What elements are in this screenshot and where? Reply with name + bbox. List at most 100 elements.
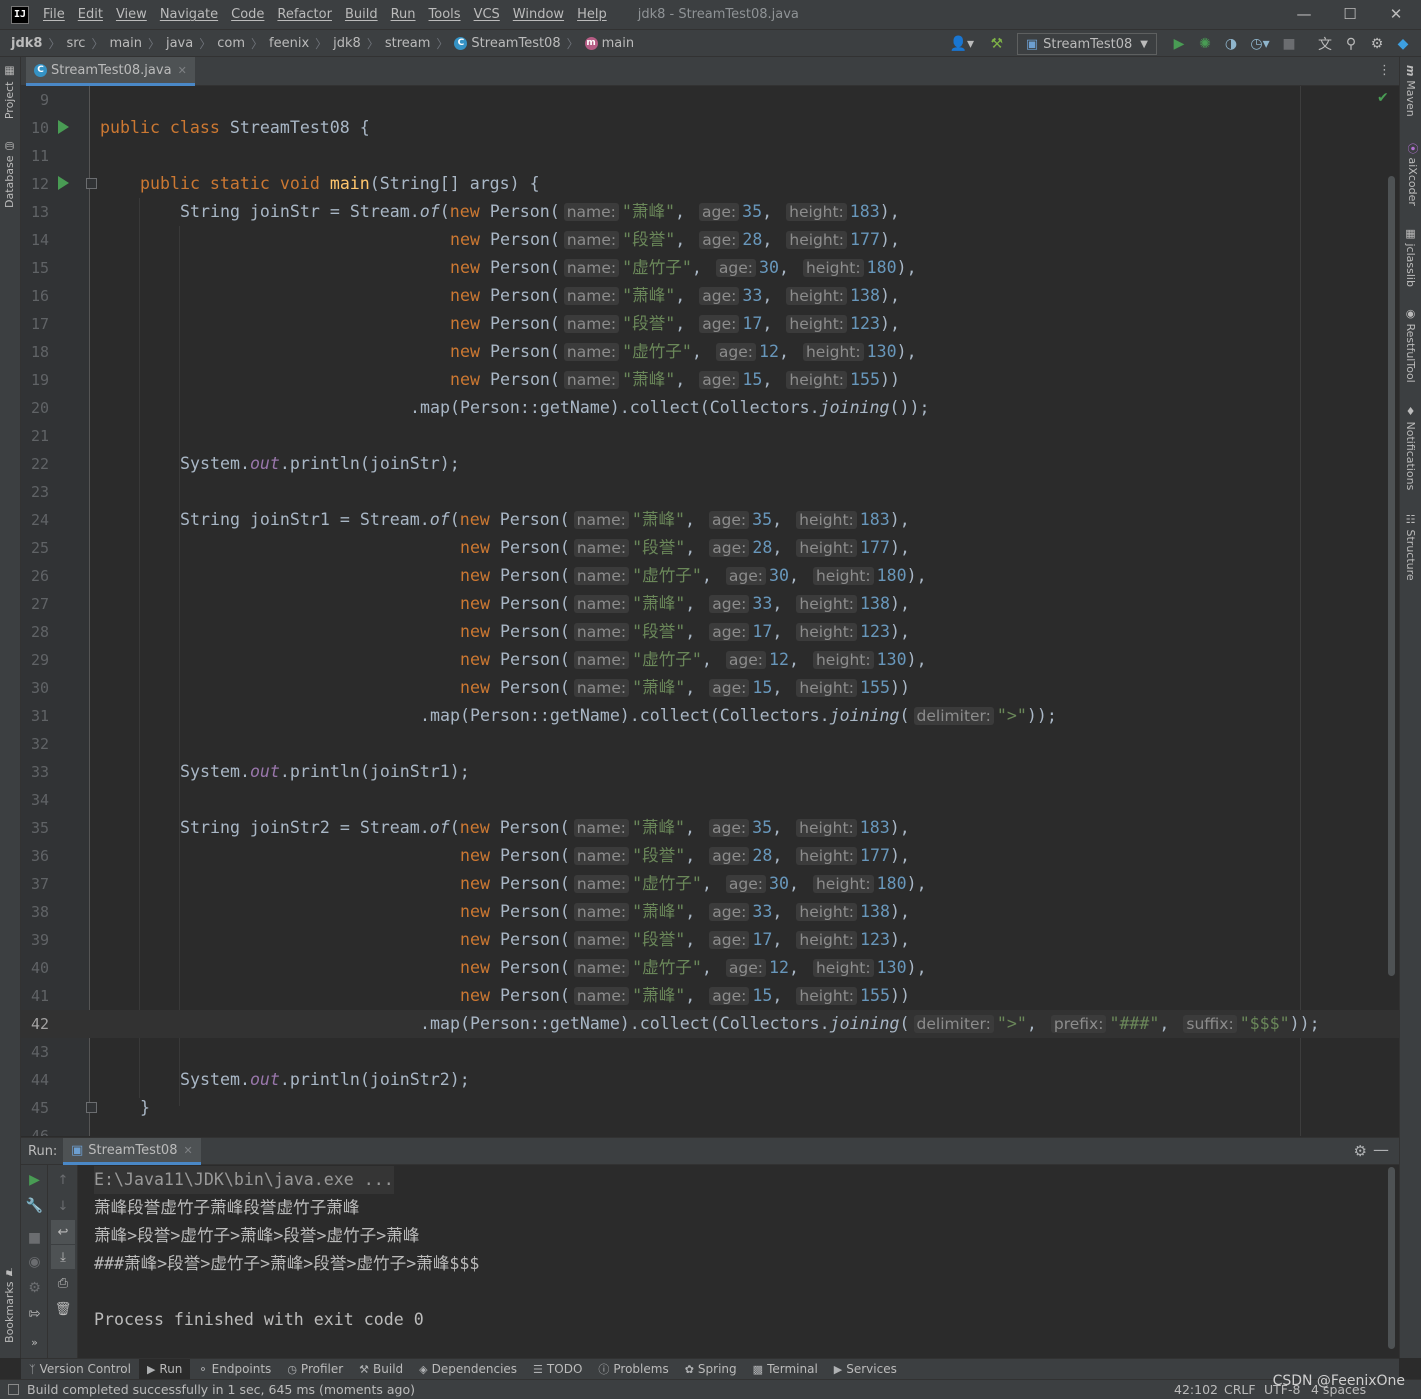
wrench-icon[interactable]: 🔧 xyxy=(21,1194,48,1218)
arrow-up-icon[interactable]: ↑ xyxy=(51,1168,75,1192)
menu-run[interactable]: Run xyxy=(391,7,416,22)
trash-icon[interactable]: 🗑 xyxy=(51,1297,75,1321)
menu-window[interactable]: Window xyxy=(513,7,564,22)
code-line: 45 } xyxy=(30,1098,150,1117)
tool-todo[interactable]: ☰ TODO xyxy=(525,1359,590,1379)
print-icon[interactable]: ⎙ xyxy=(51,1271,75,1295)
breadcrumb-src[interactable]: src xyxy=(66,36,85,51)
fold-toggle-icon[interactable] xyxy=(86,1102,97,1113)
aixcoder-icon: ⦿ xyxy=(1406,143,1419,158)
breadcrumb-main-folder[interactable]: main xyxy=(109,36,141,51)
code-line: 34 xyxy=(30,791,49,809)
coverage-icon[interactable]: ◑ xyxy=(1219,32,1243,56)
translate-icon[interactable]: 文 xyxy=(1313,32,1337,56)
aixcoder-tool-tab[interactable]: ⦿ aiXcoder xyxy=(1404,143,1420,206)
project-tool-tab[interactable]: Project ▦ xyxy=(3,65,16,119)
breadcrumb-java[interactable]: java xyxy=(166,36,193,51)
maximize-window-button[interactable]: ☐ xyxy=(1327,3,1373,25)
run-tab-streamtest08[interactable]: ▣ StreamTest08 ✕ xyxy=(63,1138,201,1165)
profile-icon[interactable]: ◷▾ xyxy=(1245,32,1275,56)
more-icon[interactable]: » xyxy=(21,1330,48,1354)
breadcrumb-com[interactable]: com xyxy=(217,36,245,51)
intellij-logo-icon: IJ xyxy=(11,5,29,24)
hide-panel-icon[interactable]: — xyxy=(1373,1140,1389,1159)
breadcrumb-separator-icon: 〉 xyxy=(436,36,449,51)
run-icon[interactable]: ▶ xyxy=(1167,32,1191,56)
more-options-icon[interactable]: ⋮ xyxy=(1378,63,1391,78)
restfultool-tool-tab[interactable]: ◉ RestfulTool xyxy=(1404,307,1417,383)
menu-tools[interactable]: Tools xyxy=(429,7,461,22)
close-tab-icon[interactable]: ✕ xyxy=(178,64,187,77)
code-editor[interactable]: ✔ 9 10 public class StreamTest08 { 11 12… xyxy=(21,86,1399,1136)
exit-icon[interactable]: ⇰ xyxy=(21,1302,48,1326)
status-message[interactable]: Build completed successfully in 1 sec, 6… xyxy=(27,1382,415,1397)
notifications-tool-tab[interactable]: ♦ Notifications xyxy=(1404,405,1417,490)
bookmarks-tool-tab[interactable]: Bookmarks ⚑ xyxy=(3,1265,16,1343)
tool-dependencies[interactable]: ◈ Dependencies xyxy=(411,1359,525,1379)
scroll-to-end-icon[interactable]: ⤓ xyxy=(51,1245,75,1269)
breadcrumb-method[interactable]: m main xyxy=(584,36,634,51)
menu-refactor[interactable]: Refactor xyxy=(277,7,332,22)
tool-windows-toggle-icon[interactable] xyxy=(8,1384,19,1395)
tool-spring[interactable]: ✿ Spring xyxy=(677,1359,745,1379)
editor-tab-streamtest08[interactable]: C StreamTest08.java ✕ xyxy=(26,57,195,86)
run-console-output[interactable]: E:\Java11\JDK\bin\java.exe ... 萧峰段誉虚竹子萧峰… xyxy=(78,1165,1399,1358)
tool-version-control[interactable]: ᛉ Version Control xyxy=(21,1359,139,1379)
tool-endpoints[interactable]: ⚬ Endpoints xyxy=(190,1359,279,1379)
breadcrumb-feenix[interactable]: feenix xyxy=(269,36,309,51)
close-tab-icon[interactable]: ✕ xyxy=(183,1144,192,1157)
fold-toggle-icon[interactable] xyxy=(86,178,97,189)
maven-tool-tab[interactable]: m Maven xyxy=(1404,65,1417,117)
stop-icon[interactable]: ■ xyxy=(21,1226,48,1250)
settings-icon[interactable]: ⚙ xyxy=(21,1276,48,1300)
tool-services[interactable]: ▶ Services xyxy=(826,1359,905,1379)
config-icon: ▣ xyxy=(71,1142,84,1158)
menu-code[interactable]: Code xyxy=(231,7,264,22)
console-output-line: 萧峰段誉虚竹子萧峰段誉虚竹子萧峰 xyxy=(94,1198,360,1217)
stop-icon[interactable]: ■ xyxy=(1277,32,1301,56)
breadcrumb-stream[interactable]: stream xyxy=(385,36,431,51)
code-line: 32 xyxy=(30,735,49,753)
status-bar: Build completed successfully in 1 sec, 6… xyxy=(0,1379,1421,1399)
run-configuration-select[interactable]: ▣ StreamTest08 ▼ xyxy=(1016,33,1157,55)
line-separator[interactable]: CRLF xyxy=(1224,1382,1256,1397)
tool-problems[interactable]: ⓘ Problems xyxy=(590,1359,676,1379)
settings-gear-icon[interactable]: ⚙ xyxy=(1365,32,1389,56)
toolbox-app-icon[interactable]: ◆ xyxy=(1391,32,1415,56)
code-line: 17 new Person(name: "段誉", age: 17, height:… xyxy=(30,314,900,333)
minimize-window-button[interactable]: — xyxy=(1281,3,1327,25)
jclasslib-tool-tab[interactable]: ▦ jclasslib xyxy=(1404,227,1417,287)
debug-icon[interactable]: ✺ xyxy=(1193,32,1217,56)
user-account-icon[interactable]: 👤▾ xyxy=(945,32,979,56)
caret-position[interactable]: 42:102 xyxy=(1174,1382,1218,1397)
tool-terminal[interactable]: ▩ Terminal xyxy=(745,1359,826,1379)
database-tool-tab[interactable]: Database ⛁ xyxy=(3,139,16,208)
run-class-gutter-icon[interactable] xyxy=(58,120,69,134)
menu-edit[interactable]: Edit xyxy=(78,7,103,22)
tool-profiler[interactable]: ◷ Profiler xyxy=(279,1359,351,1379)
soft-wrap-icon[interactable]: ↩ xyxy=(51,1220,75,1244)
menu-navigate[interactable]: Navigate xyxy=(160,7,218,22)
breadcrumb-class[interactable]: C StreamTest08 xyxy=(454,36,561,51)
menu-vcs[interactable]: VCS xyxy=(474,7,500,22)
structure-tool-tab[interactable]: ☷ Structure xyxy=(1404,513,1417,581)
run-settings-gear-icon[interactable]: ⚙ xyxy=(1354,1142,1367,1160)
menu-help[interactable]: Help xyxy=(577,7,607,22)
build-hammer-icon[interactable]: ⚒ xyxy=(985,32,1009,56)
menu-file[interactable]: File xyxy=(43,7,65,22)
bell-icon: ♦ xyxy=(1404,405,1417,422)
console-scrollbar[interactable] xyxy=(1388,1167,1395,1349)
close-window-button[interactable]: ✕ xyxy=(1373,3,1419,25)
rerun-icon[interactable]: ▶ xyxy=(21,1168,48,1192)
breadcrumb-separator-icon: 〉 xyxy=(48,36,61,51)
tool-build[interactable]: ⚒ Build xyxy=(351,1359,411,1379)
breadcrumb-project[interactable]: jdk8 xyxy=(11,36,42,51)
menu-view[interactable]: View xyxy=(116,7,147,22)
run-main-gutter-icon[interactable] xyxy=(58,176,69,190)
search-icon[interactable]: ⚲ xyxy=(1339,32,1363,56)
tool-run[interactable]: ▶ Run xyxy=(138,1359,191,1379)
camera-icon[interactable]: ◉ xyxy=(21,1250,48,1274)
breadcrumb-jdk8-package[interactable]: jdk8 xyxy=(333,36,361,51)
menu-build[interactable]: Build xyxy=(345,7,378,22)
arrow-down-icon[interactable]: ↓ xyxy=(51,1194,75,1218)
